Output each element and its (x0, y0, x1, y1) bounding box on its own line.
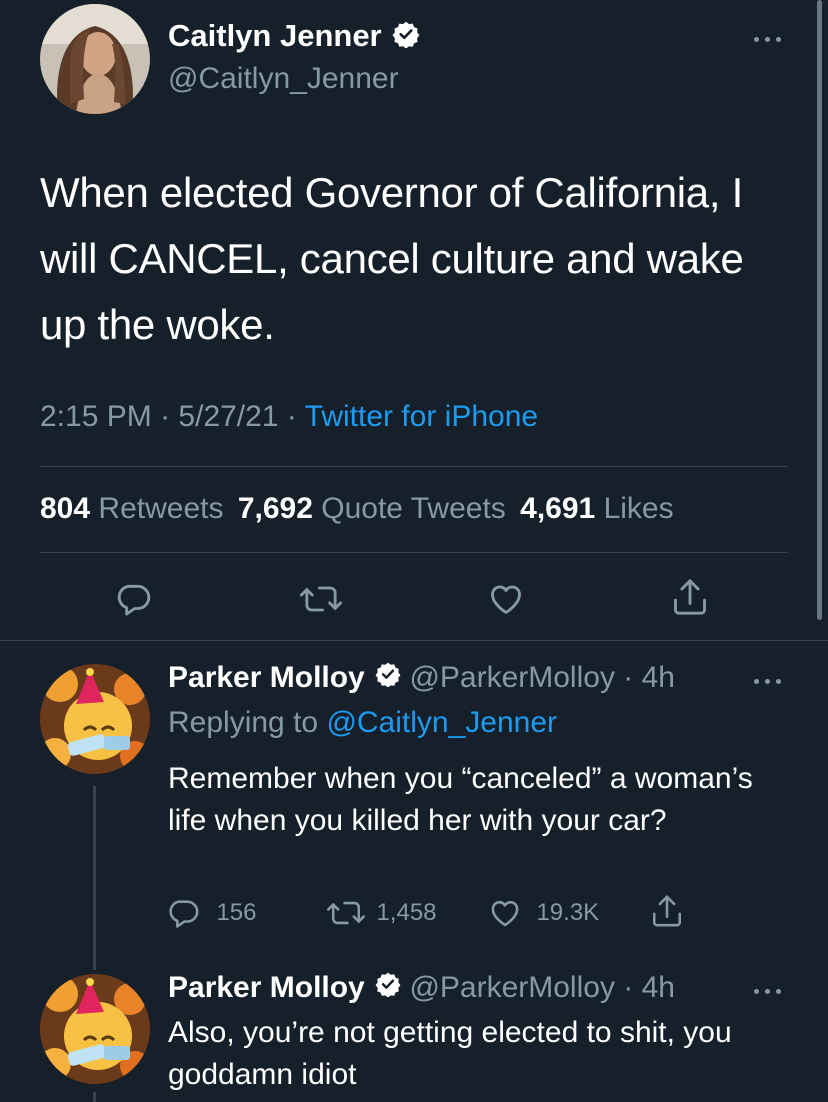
reply-icon (169, 900, 199, 928)
reply-avatar[interactable] (40, 664, 150, 774)
thread-line (93, 786, 96, 970)
reply-avatar[interactable] (40, 974, 150, 1084)
divider (40, 466, 788, 467)
reply-like-count: 19.3K (536, 899, 600, 926)
reply-like-button[interactable]: 19.3K (488, 896, 599, 930)
reply-icon (117, 584, 151, 616)
reply-reply-button[interactable]: 156 (166, 896, 257, 930)
reply-count: 156 (216, 899, 257, 926)
divider (40, 552, 788, 553)
replying-to: Replying to @Caitlyn_Jenner (168, 706, 557, 740)
reply-header: Parker Molloy @ParkerMolloy · 4h (168, 970, 675, 1005)
reply-button[interactable] (114, 580, 152, 618)
retweet-icon (299, 586, 343, 612)
more-icon[interactable] (752, 676, 786, 686)
reply-text: Remember when you “canceled” a woman’s l… (168, 762, 753, 837)
replying-to-label: Replying to (168, 706, 319, 739)
reply-author-name[interactable]: Parker Molloy (168, 661, 365, 694)
author-avatar[interactable] (40, 4, 150, 114)
replying-to-link[interactable]: @Caitlyn_Jenner (326, 706, 557, 739)
retweets-label: Retweets (98, 492, 224, 525)
quotes-label: Quote Tweets (321, 492, 506, 525)
likes-count: 4,691 (520, 492, 596, 525)
tweet-stats: 804 Retweets 7,692 Quote Tweets 4,691 Li… (40, 492, 674, 526)
reply-handle-time[interactable]: @ParkerMolloy · 4h (409, 661, 675, 694)
reply-retweet-count: 1,458 (376, 899, 437, 926)
reply-share-button[interactable] (650, 892, 684, 935)
meta-separator: · (160, 400, 171, 433)
tweet-text: When elected Governor of California, I w… (40, 169, 744, 348)
like-button[interactable] (486, 580, 526, 618)
likes-stat[interactable]: 4,691 Likes (520, 492, 673, 525)
author-name-row[interactable]: Caitlyn Jenner (168, 18, 420, 58)
author-name[interactable]: Caitlyn Jenner (168, 18, 382, 53)
quotes-count: 7,692 (237, 492, 313, 525)
retweet-button[interactable] (299, 580, 343, 618)
reply-handle-time[interactable]: @ParkerMolloy · 4h (409, 971, 675, 1004)
retweets-stat[interactable]: 804 Retweets (40, 492, 232, 525)
tweet-date[interactable]: 5/27/21 (178, 400, 278, 433)
like-icon (491, 900, 519, 927)
share-icon (652, 895, 682, 927)
tweet-meta: 2:15 PM · 5/27/21 · Twitter for iPhone (40, 400, 538, 434)
divider (0, 640, 828, 641)
quotes-stat[interactable]: 7,692 Quote Tweets (238, 492, 514, 525)
like-icon (491, 585, 521, 614)
likes-label: Likes (603, 492, 674, 525)
tweet-source-link[interactable]: Twitter for iPhone (305, 400, 538, 433)
verified-badge-icon (375, 971, 401, 1005)
meta-separator: · (286, 400, 297, 433)
reply-retweet-button[interactable]: 1,458 (326, 896, 437, 930)
retweet-icon (327, 901, 365, 925)
scrollbar[interactable] (817, 0, 822, 620)
thread-line (93, 1092, 96, 1102)
share-icon (674, 579, 706, 615)
share-button[interactable] (670, 576, 710, 618)
reply-header: Parker Molloy @ParkerMolloy · 4h (168, 660, 675, 695)
author-handle[interactable]: @Caitlyn_Jenner (168, 62, 399, 96)
tweet-time: 2:15 PM (40, 400, 152, 433)
more-icon[interactable] (752, 34, 786, 44)
reply-text: Also, you’re not getting elected to shit… (168, 1016, 732, 1091)
reply-actions: 156 1,458 19.3K (166, 895, 696, 932)
reply-author-name[interactable]: Parker Molloy (168, 971, 365, 1004)
verified-badge-icon (392, 20, 420, 53)
more-icon[interactable] (752, 986, 786, 996)
verified-badge-icon (375, 661, 401, 695)
retweets-count: 804 (40, 492, 91, 525)
